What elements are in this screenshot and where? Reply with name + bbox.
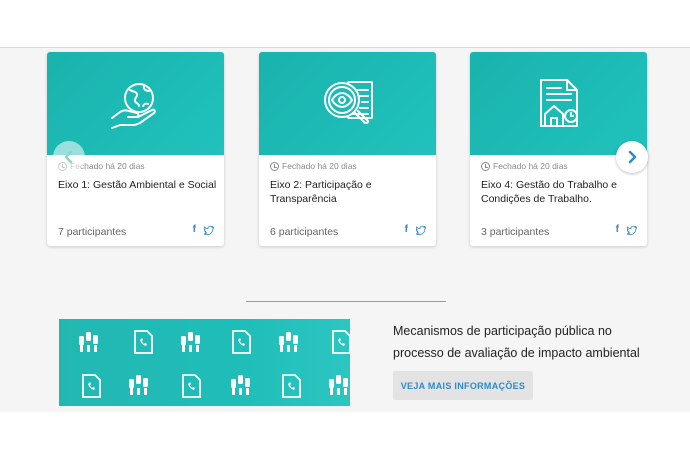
facebook-icon[interactable]: f [616, 224, 619, 235]
consultation-card[interactable]: Fechado há 20 dias Eixo 2: Participação … [259, 52, 436, 246]
card-image [47, 52, 224, 155]
top-bar [0, 0, 690, 48]
twitter-icon[interactable] [204, 225, 214, 235]
card-image [470, 52, 647, 155]
facebook-icon[interactable]: f [405, 224, 408, 235]
section-divider [246, 301, 446, 302]
phone-document-icon [134, 330, 153, 354]
card-title[interactable]: Eixo 2: Participação e Transparência [270, 178, 430, 206]
document-house-icon [539, 78, 578, 127]
raised-hands-icon [181, 332, 200, 352]
phone-document-icon [232, 330, 251, 354]
globe-hand-icon [110, 82, 156, 129]
page-footer-area [0, 412, 690, 460]
card-status: Fechado há 20 dias [481, 161, 568, 171]
share-links: f [405, 224, 426, 235]
share-links: f [193, 224, 214, 235]
facebook-icon[interactable]: f [193, 224, 196, 235]
chevron-right-icon [628, 150, 637, 164]
raised-hands-icon [329, 375, 348, 395]
participants-count: 3 participantes [481, 226, 550, 238]
twitter-icon[interactable] [416, 225, 426, 235]
raised-hands-icon [279, 332, 298, 352]
clock-icon [270, 161, 279, 171]
more-info-button[interactable]: VEJA MAIS INFORMAÇÕES [393, 371, 533, 400]
raised-hands-icon [129, 375, 148, 395]
chevron-left-icon [64, 150, 73, 164]
card-image [259, 52, 436, 155]
card-title[interactable]: Eixo 1: Gestão Ambiental e Social [58, 178, 218, 192]
raised-hands-icon [231, 375, 250, 395]
card-status: Fechado há 20 dias [270, 161, 357, 171]
carousel-prev-button[interactable] [53, 141, 85, 173]
raised-hands-document-pattern [79, 330, 350, 398]
phone-document-icon [282, 374, 301, 398]
magnifier-eye-icon [323, 80, 373, 124]
phone-document-icon [82, 374, 101, 398]
participation-banner-image [59, 319, 350, 406]
card-title[interactable]: Eixo 4: Gestão do Trabalho e Condições d… [481, 178, 641, 206]
card-status-text: Fechado há 20 dias [282, 161, 357, 171]
share-links: f [616, 224, 637, 235]
twitter-icon[interactable] [627, 225, 637, 235]
participants-count: 7 participantes [58, 226, 127, 238]
phone-document-icon [182, 374, 201, 398]
carousel-next-button[interactable] [616, 141, 648, 173]
info-description: Mecanismos de participação pública no pr… [393, 324, 640, 360]
participants-count: 6 participantes [270, 226, 339, 238]
raised-hands-icon [79, 332, 98, 352]
card-status-text: Fechado há 20 dias [493, 161, 568, 171]
clock-icon [481, 161, 490, 171]
phone-document-icon [332, 330, 350, 354]
